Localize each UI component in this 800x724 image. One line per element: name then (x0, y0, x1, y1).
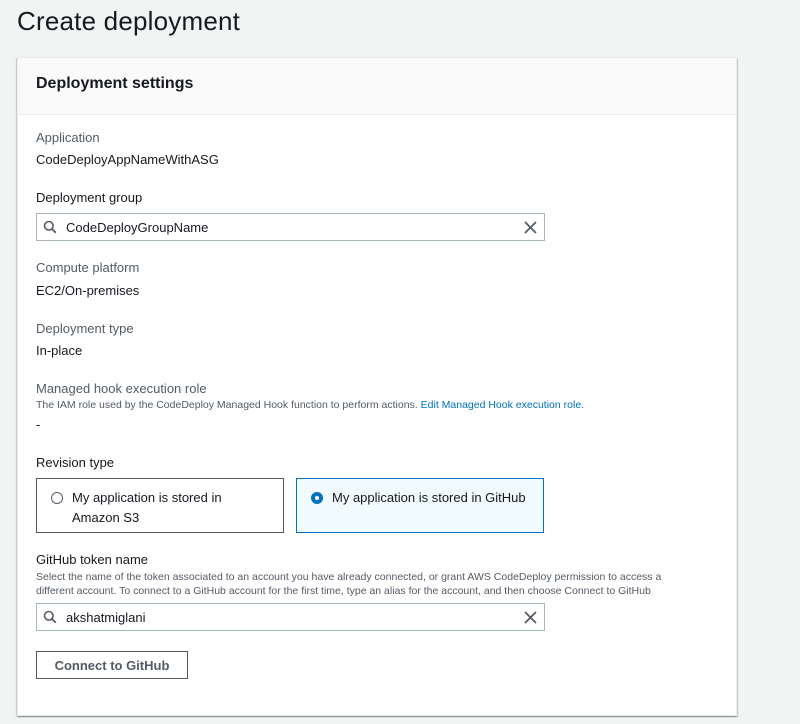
github-token-label: GitHub token name (36, 552, 149, 567)
radio-button-selected[interactable] (311, 492, 323, 504)
deployment-type-field: Deployment type In-place (36, 321, 134, 359)
page-title: Create deployment (17, 6, 241, 36)
application-value: CodeDeployAppNameWithASG (36, 152, 219, 167)
managed-hook-field: Managed hook execution role The IAM role… (36, 381, 716, 433)
managed-hook-description: The IAM role used by the CodeDeploy Mana… (36, 398, 716, 412)
application-label: Application (36, 130, 100, 145)
revision-type-field: Revision type (36, 455, 114, 471)
managed-hook-value: - (36, 417, 41, 432)
revision-option-s3[interactable]: My application is stored in Amazon S3 (36, 478, 284, 533)
radio-button[interactable] (51, 492, 63, 504)
github-token-description: Select the name of the token associated … (36, 571, 662, 597)
github-token-select[interactable]: akshatmiglani (36, 603, 545, 631)
compute-platform-field: Compute platform EC2/On-premises (36, 260, 139, 299)
revision-option-github-label: My application is stored in GitHub (332, 490, 526, 505)
connect-to-github-button[interactable]: Connect to GitHub (36, 651, 188, 679)
deployment-type-value: In-place (36, 343, 83, 358)
clear-icon[interactable] (516, 214, 544, 240)
panel-header: Deployment settings (18, 58, 736, 115)
revision-type-label: Revision type (36, 455, 115, 470)
github-token-field: GitHub token name Select the name of the… (36, 552, 701, 598)
managed-hook-description-text: The IAM role used by the CodeDeploy Mana… (36, 399, 418, 411)
clear-icon[interactable] (516, 604, 544, 630)
application-field: Application CodeDeployAppNameWithASG (36, 130, 219, 168)
deployment-group-value: CodeDeployGroupName (66, 219, 209, 235)
compute-platform-value: EC2/On-premises (36, 283, 140, 298)
panel-title: Deployment settings (36, 75, 194, 92)
revision-option-github[interactable]: My application is stored in GitHub (296, 478, 544, 533)
managed-hook-label: Managed hook execution role (36, 381, 207, 396)
search-icon (37, 604, 63, 630)
compute-platform-label: Compute platform (36, 260, 140, 275)
github-token-value: akshatmiglani (66, 609, 146, 625)
revision-option-s3-label: My application is stored in Amazon S3 (72, 490, 222, 525)
deployment-group-select[interactable]: CodeDeployGroupName (36, 213, 545, 241)
search-icon (37, 214, 63, 240)
deployment-type-label: Deployment type (36, 321, 134, 336)
deployment-settings-panel: Deployment settings Application CodeDepl… (17, 57, 737, 716)
edit-managed-hook-link[interactable]: Edit Managed Hook execution role. (421, 399, 584, 411)
deployment-group-field: Deployment group (36, 190, 142, 206)
deployment-group-label: Deployment group (36, 190, 143, 205)
